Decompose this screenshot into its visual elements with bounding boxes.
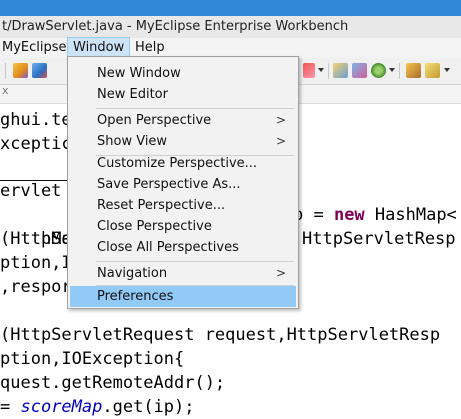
toolbar-separator [399,63,400,79]
submenu-arrow-icon: > [275,113,286,127]
run-icon[interactable] [303,63,315,78]
menu-item-close-perspective[interactable]: Close Perspective [70,216,296,237]
code-line-right: p = new HashMap< [293,203,457,227]
menu-item-label: Reset Perspective... [97,198,226,213]
code-fragment: p = [293,205,334,225]
menu-item-label: New Editor [97,87,168,102]
toolbar-separator [5,63,6,79]
package-icon[interactable] [406,63,421,78]
submenu-arrow-icon: > [275,134,286,148]
menu-item-preferences[interactable]: Preferences [70,286,296,307]
menu-item-customize-perspective[interactable]: Customize Perspective... [70,153,296,174]
keyword-new: new [333,205,365,225]
menu-item-new-editor[interactable]: New Editor [70,84,296,105]
menu-item-new-window[interactable]: New Window [70,63,296,84]
new-project-icon[interactable] [32,63,47,78]
toolbar-separator [328,63,329,79]
menu-item-save-perspective-as[interactable]: Save Perspective As... [70,174,296,195]
field-score-map: scoreMap [20,397,103,417]
menu-item-label: Close All Perspectives [97,240,239,255]
deploy-icon[interactable] [352,63,367,78]
menu-item-navigation[interactable]: Navigation > [70,263,296,284]
code-line: xceptic [0,134,72,154]
code-line: (HttpSe [0,229,72,249]
pencil-icon[interactable] [425,63,440,78]
window-top-strip [0,0,461,16]
menu-separator [96,108,294,109]
code-line: quest.getRemoteAddr(); [0,373,226,393]
code-line: ,respor [0,277,72,297]
menu-item-label: Navigation [97,266,168,281]
menu-item-label: Show View [97,134,168,149]
run-dropdown-icon[interactable] [318,68,324,72]
menu-myeclipse[interactable]: MyEclipse [0,38,72,58]
code-line: (HttpServletRequest request,HttpServletR… [0,325,441,345]
menu-item-label: Save Perspective As... [97,177,241,192]
submenu-arrow-icon: > [275,266,286,280]
menu-item-label: Open Perspective [97,113,212,128]
menu-item-close-all-perspectives[interactable]: Close All Perspectives [70,237,296,258]
code-fragment: = [0,397,21,417]
menu-item-open-perspective[interactable]: Open Perspective > [70,110,296,131]
code-line: ption,IOException{ [0,349,185,369]
code-line: = scoreMap.get(ip); [0,395,195,419]
menu-item-show-view[interactable]: Show View > [70,131,296,152]
window-title: t/DrawServlet.java - MyEclipse Enterpris… [0,16,461,38]
code-fragment: .get(ip); [102,397,195,417]
menu-item-label: Close Perspective [97,219,212,234]
open-folder-icon[interactable] [13,63,28,78]
code-line-right: HttpServletResp [302,229,456,249]
web-browser-icon[interactable] [371,63,386,78]
menu-item-label: Preferences [97,289,174,304]
menu-separator [96,261,294,262]
menu-help[interactable]: Help [130,38,170,58]
code-fragment: HashMap< [364,205,457,225]
window-menu-dropdown: New Window New Editor Open Perspective >… [67,56,299,309]
menu-item-reset-perspective[interactable]: Reset Perspective... [70,195,296,216]
server-icon[interactable] [333,63,348,78]
menu-item-label: New Window [97,66,181,81]
menu-item-label: Customize Perspective... [97,156,258,171]
code-line: ghui.te [0,110,72,130]
code-line: ption,I [0,253,72,273]
tab-close-icon[interactable]: x [2,84,9,97]
tool-dropdown-icon[interactable] [444,68,450,72]
code-line: ervlet [0,181,62,201]
menu-bar: MyEclipse Window Help [0,37,461,59]
browser-dropdown-icon[interactable] [389,68,395,72]
